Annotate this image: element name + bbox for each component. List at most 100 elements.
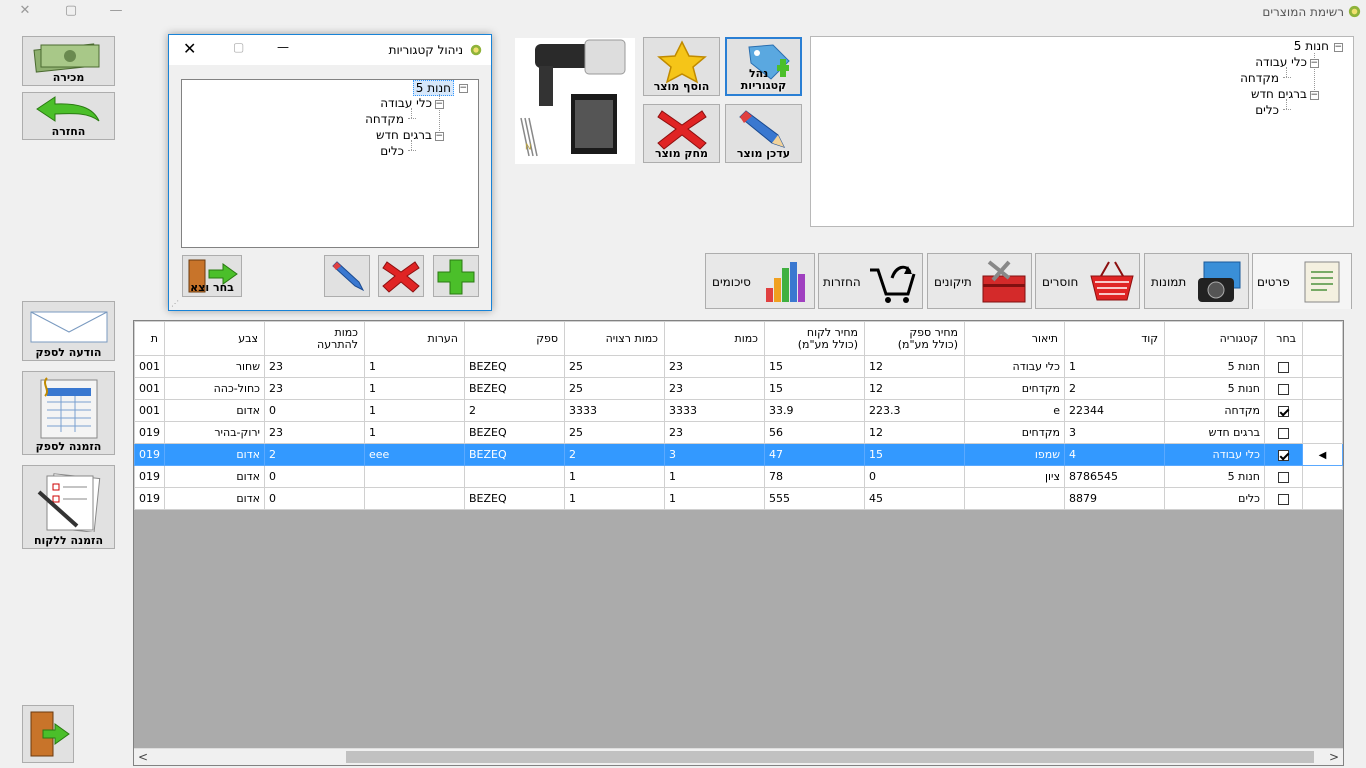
table-cell[interactable]: 2 — [264, 443, 365, 466]
table-cell[interactable]: אדום — [164, 443, 265, 466]
collapse-icon[interactable]: − — [1310, 59, 1319, 68]
table-cell[interactable]: 8879 — [1064, 487, 1165, 510]
row-header-cell[interactable]: ◀ — [1302, 443, 1343, 466]
maximize-window-button[interactable]: ▢ — [56, 0, 86, 22]
table-cell[interactable]: e — [964, 399, 1065, 422]
table-cell[interactable]: eee — [364, 443, 465, 466]
table-cell[interactable]: 23 — [664, 355, 765, 378]
tab-details[interactable]: פרטים — [1252, 253, 1352, 309]
column-header[interactable]: תיאור — [964, 321, 1065, 356]
table-cell[interactable]: 1 — [364, 421, 465, 444]
table-cell[interactable]: 019 — [134, 487, 165, 510]
select-checkbox[interactable] — [1278, 471, 1289, 483]
table-cell[interactable]: 15 — [764, 355, 865, 378]
dialog-close-icon[interactable]: ✕ — [183, 39, 196, 58]
table-cell[interactable]: 2 — [564, 443, 665, 466]
table-cell[interactable]: שמפו — [964, 443, 1065, 466]
column-header[interactable]: צבע — [164, 321, 265, 356]
column-header[interactable]: מחיר לקוח (כולל מע"מ) — [764, 321, 865, 356]
select-cell[interactable] — [1264, 487, 1303, 510]
table-cell[interactable]: 47 — [764, 443, 865, 466]
scroll-left-icon[interactable]: < — [138, 750, 148, 764]
collapse-icon[interactable]: − — [1334, 43, 1343, 52]
table-cell[interactable]: 15 — [764, 377, 865, 400]
table-cell[interactable]: 45 — [864, 487, 965, 510]
table-cell[interactable]: 001 — [134, 377, 165, 400]
manage-categories-button[interactable]: נהל קטגוריות — [725, 37, 802, 96]
delete-product-button[interactable]: מחק מוצר — [643, 104, 720, 163]
table-cell[interactable]: 23 — [664, 421, 765, 444]
table-cell[interactable]: כחול-כהה — [164, 377, 265, 400]
table-cell[interactable]: 001 — [134, 399, 165, 422]
table-cell[interactable]: כלי עבודה — [1164, 443, 1265, 466]
table-row[interactable]: כלים 8879 45 555 1 1 BEZEQ 0 אדום 019 — [134, 487, 1343, 510]
column-header[interactable]: מחיר ספק (כולל מע"מ) — [864, 321, 965, 356]
row-header-cell[interactable] — [1302, 421, 1343, 444]
table-cell[interactable]: 019 — [134, 465, 165, 488]
dialog-category-tree[interactable]: − חנות 5 − כלי עבודה מקדחה − ברגים חדש כ… — [181, 79, 479, 248]
table-cell[interactable] — [364, 465, 465, 488]
table-cell[interactable]: אדום — [164, 487, 265, 510]
table-row[interactable]: חנות 5 1 כלי עבודה 12 15 23 25 BEZEQ 1 23 שחור 001 — [134, 355, 1343, 378]
exit-button[interactable] — [22, 705, 74, 763]
tree-node[interactable]: כלי עבודה — [1255, 55, 1307, 69]
row-header-cell[interactable] — [1302, 377, 1343, 400]
sale-button[interactable]: מכירה — [22, 36, 115, 86]
select-checkbox[interactable] — [1278, 383, 1289, 395]
table-cell[interactable]: מקדחים — [964, 421, 1065, 444]
select-cell[interactable] — [1264, 355, 1303, 378]
table-row[interactable]: מקדחה 22344 e 223.3 33.9 3333 3333 2 1 0 אדום 001 — [134, 399, 1343, 422]
table-cell[interactable]: 0 — [264, 465, 365, 488]
table-cell[interactable] — [364, 487, 465, 510]
table-cell[interactable]: 15 — [864, 443, 965, 466]
table-cell[interactable]: 33.9 — [764, 399, 865, 422]
table-row[interactable]: ◀ כלי עבודה 4 שמפו 15 47 3 2 BEZEQ eee 2 אדום 019 — [134, 443, 1343, 466]
dialog-minimize-icon[interactable]: — — [277, 40, 289, 54]
select-and-exit-button[interactable]: בחר וצא — [182, 255, 242, 297]
products-grid[interactable]: בחר קטגוריה קוד תיאור מחיר ספק (כולל מע"מ) מח… — [133, 320, 1344, 766]
table-cell[interactable]: 1 — [364, 355, 465, 378]
table-cell[interactable]: אדום — [164, 399, 265, 422]
tree-node[interactable]: ברגים חדש — [376, 128, 432, 142]
table-cell[interactable]: 3 — [664, 443, 765, 466]
select-cell[interactable] — [1264, 443, 1303, 466]
column-header[interactable]: ת — [134, 321, 165, 356]
table-cell[interactable]: מקדחה — [1164, 399, 1265, 422]
select-checkbox[interactable] — [1278, 493, 1289, 505]
collapse-icon[interactable]: − — [435, 132, 444, 141]
table-cell[interactable]: 2 — [1064, 377, 1165, 400]
table-cell[interactable]: ירוק-בהיר — [164, 421, 265, 444]
tree-node[interactable]: כלים — [1255, 103, 1279, 117]
select-cell[interactable] — [1264, 377, 1303, 400]
table-cell[interactable]: 12 — [864, 377, 965, 400]
supplier-order-button[interactable]: הזמנה לספק — [22, 371, 115, 455]
category-tree[interactable]: − חנות 5 − כלי עבודה מקדחה − ברגים חדש כ… — [810, 36, 1354, 227]
select-checkbox[interactable] — [1278, 405, 1289, 417]
table-cell[interactable]: BEZEQ — [464, 355, 565, 378]
tree-node[interactable]: כלי עבודה — [380, 96, 432, 110]
table-row[interactable]: חנות 5 2 מקדחים 12 15 23 25 BEZEQ 1 23 כחול-כהה 001 — [134, 377, 1343, 400]
table-cell[interactable]: 2 — [464, 399, 565, 422]
table-cell[interactable]: 4 — [1064, 443, 1165, 466]
table-cell[interactable]: מקדחים — [964, 377, 1065, 400]
table-cell[interactable]: 1 — [1064, 355, 1165, 378]
table-cell[interactable]: 3333 — [564, 399, 665, 422]
table-cell[interactable]: 1 — [364, 377, 465, 400]
table-cell[interactable]: BEZEQ — [464, 443, 565, 466]
table-cell[interactable]: שחור — [164, 355, 265, 378]
tree-node[interactable]: ברגים חדש — [1251, 87, 1307, 101]
tree-node[interactable]: מקדחה — [365, 112, 404, 126]
table-cell[interactable]: 1 — [564, 487, 665, 510]
delete-category-button[interactable] — [378, 255, 424, 297]
table-cell[interactable]: ציון — [964, 465, 1065, 488]
add-category-button[interactable] — [433, 255, 479, 297]
table-cell[interactable]: אדום — [164, 465, 265, 488]
table-cell[interactable]: 1 — [664, 465, 765, 488]
table-cell[interactable]: 25 — [564, 377, 665, 400]
table-cell[interactable]: 3 — [1064, 421, 1165, 444]
column-header[interactable]: קטגוריה — [1164, 321, 1265, 356]
table-cell[interactable]: 001 — [134, 355, 165, 378]
table-cell[interactable]: 25 — [564, 355, 665, 378]
edit-category-button[interactable] — [324, 255, 370, 297]
table-cell[interactable]: 1 — [364, 399, 465, 422]
